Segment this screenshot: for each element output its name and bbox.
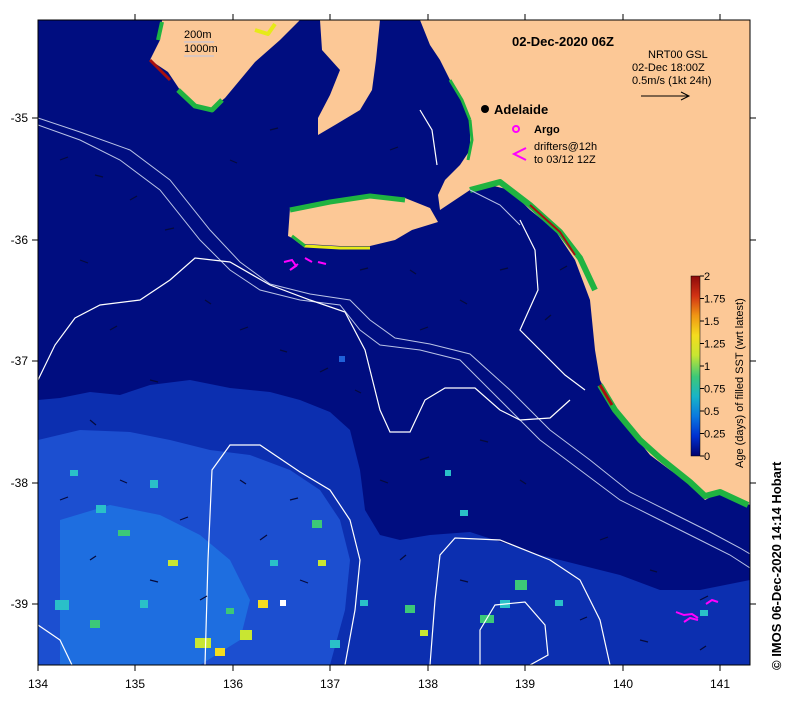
argo-legend-label: Argo <box>534 124 560 136</box>
drifter-legend-label-1: drifters@12h <box>534 141 597 153</box>
argo-float-marker <box>339 356 345 362</box>
y-tick-label: -37 <box>11 354 29 368</box>
x-tick-label: 136 <box>223 677 243 691</box>
colorbar-tick-label: 0.75 <box>704 384 725 396</box>
colorbar-tick-label: 1.75 <box>704 294 725 306</box>
map-title: 02-Dec-2020 06Z <box>512 34 614 49</box>
map-plot-area <box>38 20 750 665</box>
x-tick-label: 134 <box>28 677 48 691</box>
y-tick-label: -36 <box>11 233 29 247</box>
colorbar-tick-label: 0.5 <box>704 406 719 418</box>
product-label: NRT00 GSL <box>648 49 708 61</box>
x-tick-label: 141 <box>710 677 730 691</box>
imos-credit: © IMOS 06-Dec-2020 14:14 Hobart <box>769 461 784 670</box>
colorbar-tick-label: 1.25 <box>704 339 725 351</box>
city-label-adelaide: Adelaide <box>494 102 548 117</box>
product-time-label: 02-Dec 18:00Z <box>632 62 705 74</box>
x-tick-label: 135 <box>125 677 145 691</box>
x-tick-label: 138 <box>418 677 438 691</box>
vector-scale-label: 0.5m/s (1kt 24h) <box>632 75 711 87</box>
x-tick-label: 139 <box>515 677 535 691</box>
colorbar-label: Age (days) of filled SST (wrt latest) <box>734 298 746 468</box>
colorbar-tick-label: 0 <box>704 451 710 463</box>
isobath-legend-1000m: 1000m <box>184 43 218 55</box>
colorbar <box>690 275 701 457</box>
y-tick-label: -35 <box>11 111 29 125</box>
y-tick-label: -39 <box>11 597 29 611</box>
x-tick-label: 137 <box>320 677 340 691</box>
y-tick-label: -38 <box>11 476 29 490</box>
sst-age-map: 134 135 136 137 138 139 140 141 -35 -36 … <box>0 0 791 700</box>
colorbar-tick-label: 0.25 <box>704 429 725 441</box>
adelaide-city-marker <box>481 105 489 113</box>
colorbar-tick-label: 1 <box>704 361 710 373</box>
colorbar-tick-label: 1.5 <box>704 316 719 328</box>
x-tick-label: 140 <box>613 677 633 691</box>
drifter-legend-label-2: to 03/12 12Z <box>534 154 596 166</box>
isobath-legend-200m: 200m <box>184 29 212 41</box>
colorbar-tick-label: 2 <box>704 271 710 283</box>
